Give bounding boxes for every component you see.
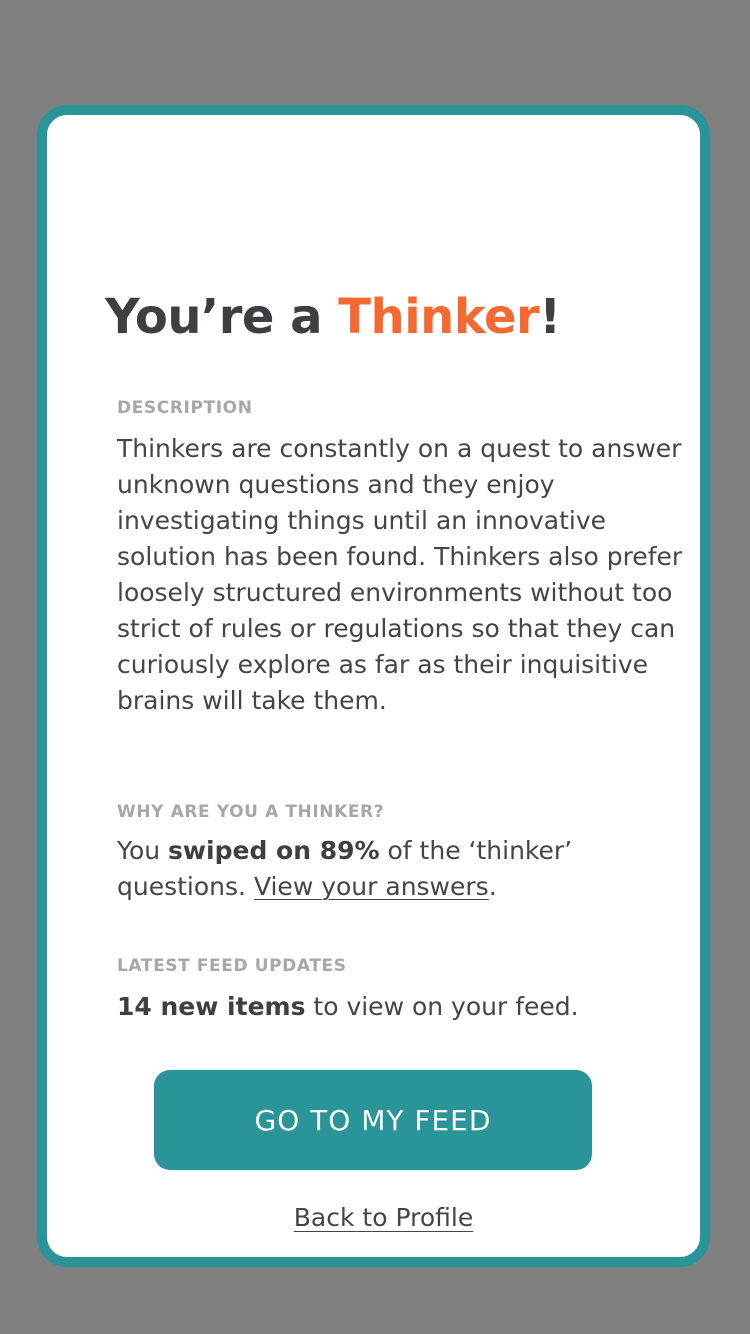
- result-card: You’re a Thinker! DESCRIPTION Thinkers a…: [37, 105, 710, 1267]
- feed-updates-label: LATEST FEED UPDATES: [117, 956, 347, 976]
- why-label: WHY ARE YOU A THINKER?: [117, 802, 385, 822]
- title-personality-type: Thinker: [338, 289, 540, 345]
- feed-updates-text: 14 new items to view on your feed.: [117, 989, 687, 1025]
- description-label: DESCRIPTION: [117, 398, 253, 418]
- description-text: Thinkers are constantly on a quest to an…: [117, 434, 683, 715]
- title-suffix: !: [539, 289, 561, 345]
- why-text-after: .: [488, 872, 497, 901]
- page-title: You’re a Thinker!: [105, 287, 561, 347]
- view-answers-link[interactable]: View your answers: [254, 872, 489, 901]
- feed-updates-count: 14 new items: [117, 992, 306, 1021]
- why-text: You swiped on 89% of the ‘thinker’ quest…: [117, 833, 687, 905]
- back-to-profile-link[interactable]: Back to Profile: [294, 1203, 473, 1232]
- why-text-before: You: [117, 836, 169, 865]
- back-to-profile-row: Back to Profile: [47, 1201, 720, 1235]
- go-to-feed-button[interactable]: GO TO MY FEED: [154, 1070, 592, 1170]
- title-prefix: You’re a: [105, 289, 339, 345]
- why-text-bold: swiped on 89%: [168, 836, 380, 865]
- feed-updates-rest: to view on your feed.: [305, 992, 579, 1021]
